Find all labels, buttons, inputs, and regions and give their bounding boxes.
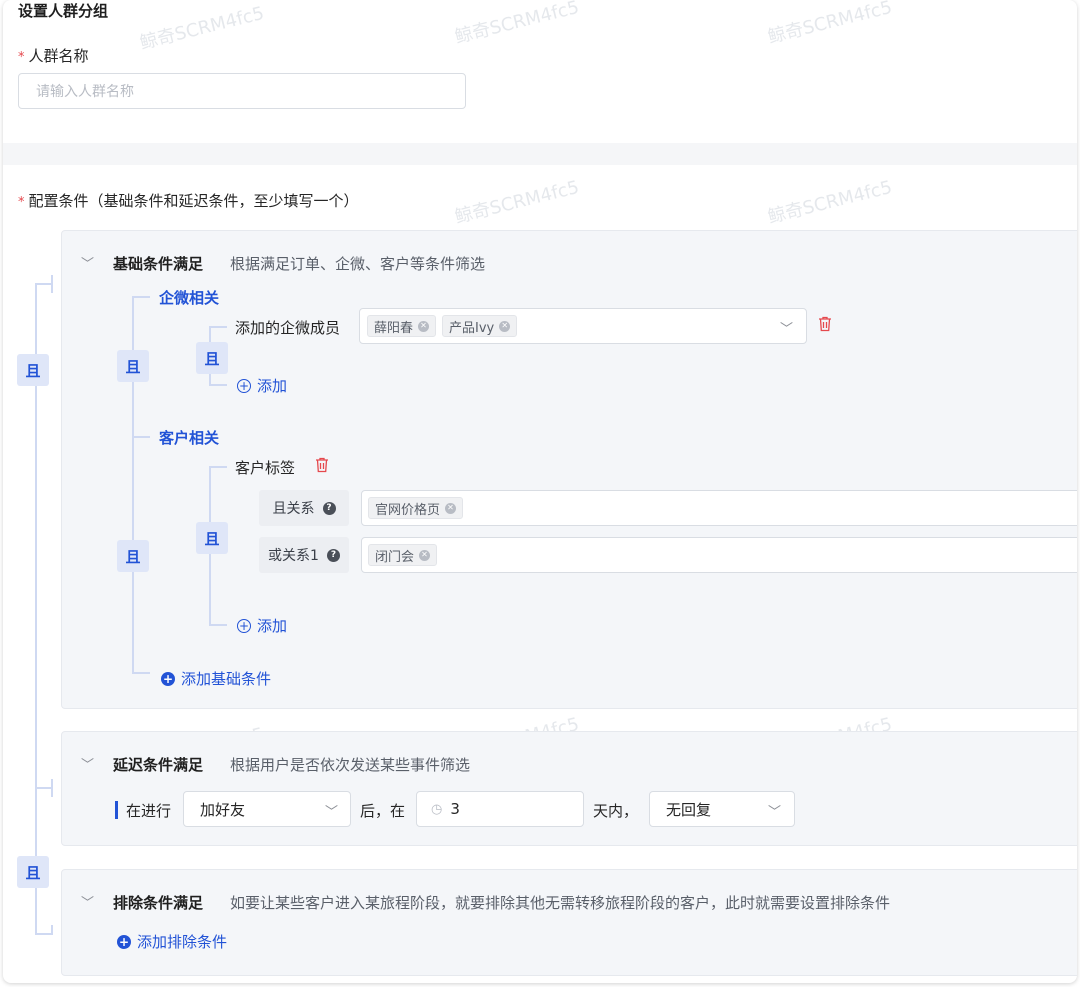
event-select-value: 加好友 bbox=[200, 800, 246, 819]
or-relation-label: 或关系1 bbox=[268, 548, 319, 564]
watermark: 鲸奇SCRM4fc5 bbox=[452, 176, 582, 229]
help-icon[interactable]: ? bbox=[326, 548, 340, 562]
required-mark: * bbox=[18, 195, 25, 210]
member-tag-label: 薛阳春 bbox=[374, 320, 414, 336]
and-relation-box: 且关系? bbox=[259, 490, 349, 526]
trash-icon[interactable] bbox=[315, 457, 329, 477]
exclude-conditions-title: 排除条件满足 bbox=[113, 894, 204, 912]
trash-icon[interactable] bbox=[818, 316, 832, 336]
days-value: 3 bbox=[450, 800, 460, 818]
add-exclude-condition-label: 添加排除条件 bbox=[137, 933, 228, 951]
name-field-label: 人群名称 bbox=[28, 47, 89, 65]
required-mark: * bbox=[18, 50, 25, 65]
close-icon[interactable]: ✕ bbox=[499, 320, 511, 332]
customer-tag-label: 官网价格页 bbox=[375, 502, 441, 518]
customer-group-title: 客户相关 bbox=[159, 429, 220, 447]
basic-conditions-desc: 根据满足订单、企微、客户等条件筛选 bbox=[230, 255, 486, 273]
days-input[interactable]: ◷ 3 bbox=[416, 791, 584, 827]
exclude-conditions-desc: 如要让某些客户进入某旅程阶段，就要排除其他无需转移旅程阶段的客户，此时就需要设置… bbox=[230, 894, 891, 912]
and-relation-tag-select[interactable]: 官网价格页 ✕ bbox=[361, 490, 1077, 526]
add-exclude-condition-button[interactable]: + 添加排除条件 bbox=[117, 931, 227, 952]
group-name-input[interactable]: 请输入人群名称 bbox=[18, 73, 466, 109]
tree-branch-tick bbox=[51, 925, 53, 935]
or-relation-tag-select[interactable]: 闭门会 ✕ bbox=[361, 537, 1077, 573]
config-label-row: * 配置条件（基础条件和延迟条件，至少填写一个） bbox=[18, 190, 359, 211]
in-progress-label: 在进行 bbox=[126, 802, 172, 820]
plus-filled-icon: + bbox=[117, 934, 131, 949]
tree-branch bbox=[209, 624, 227, 626]
tree-branch bbox=[132, 436, 150, 438]
watermark: 鲸奇SCRM4fc5 bbox=[137, 2, 267, 55]
chevron-down-icon[interactable]: ﹀ bbox=[81, 892, 94, 911]
delay-conditions-title: 延迟条件满足 bbox=[113, 756, 204, 774]
chevron-down-icon[interactable]: ﹀ bbox=[81, 253, 94, 272]
chevron-down-icon: ﹀ bbox=[768, 805, 782, 820]
and-operator-badge[interactable]: 且 bbox=[117, 350, 149, 382]
and-operator-badge[interactable]: 且 bbox=[17, 354, 49, 386]
member-tag-label: 产品Ivy bbox=[449, 320, 495, 336]
wecom-add-label: 添加 bbox=[257, 377, 288, 395]
tree-branch bbox=[209, 384, 227, 386]
name-field-label-row: * 人群名称 bbox=[18, 45, 89, 66]
basic-conditions-title: 基础条件满足 bbox=[113, 255, 204, 273]
tree-branch bbox=[209, 466, 227, 468]
and-operator-badge[interactable]: 且 bbox=[17, 856, 49, 888]
and-operator-badge[interactable]: 且 bbox=[117, 540, 149, 572]
chevron-down-icon: ﹀ bbox=[325, 805, 339, 820]
customer-tag: 官网价格页 ✕ bbox=[368, 497, 464, 519]
delay-conditions-desc: 根据用户是否依次发送某些事件筛选 bbox=[230, 756, 471, 774]
customer-tag-label: 客户标签 bbox=[235, 459, 296, 477]
chevron-down-icon[interactable]: ﹀ bbox=[780, 318, 793, 337]
accent-bar bbox=[115, 801, 118, 819]
watermark: 鲸奇SCRM4fc5 bbox=[765, 176, 895, 229]
member-tag: 薛阳春 ✕ bbox=[367, 315, 437, 337]
basic-conditions-panel: ﹀ 基础条件满足 根据满足订单、企微、客户等条件筛选 且 且 企微相关 且 添加… bbox=[61, 230, 1077, 709]
plus-circle-icon: + bbox=[237, 378, 251, 393]
reply-status-select[interactable]: 无回复 ﹀ bbox=[649, 791, 795, 827]
and-relation-label: 且关系 bbox=[272, 501, 315, 517]
clock-icon: ◷ bbox=[431, 801, 443, 817]
wecom-group-title: 企微相关 bbox=[159, 289, 220, 307]
exclude-conditions-panel: ﹀ 排除条件满足 如要让某些客户进入某旅程阶段，就要排除其他无需转移旅程阶段的客… bbox=[61, 869, 1077, 976]
tree-branch-tick bbox=[51, 779, 53, 797]
customer-add-label: 添加 bbox=[257, 617, 288, 635]
group-settings-card: 鲸奇SCRM4fc5 鲸奇SCRM4fc5 鲸奇SCRM4fc5 鲸奇SCRM4… bbox=[3, 0, 1077, 983]
watermark: 鲸奇SCRM4fc5 bbox=[452, 0, 582, 49]
section-divider bbox=[3, 143, 1077, 165]
help-icon[interactable]: ? bbox=[322, 501, 336, 515]
tree-branch bbox=[132, 296, 150, 298]
close-icon[interactable]: ✕ bbox=[419, 549, 431, 561]
wecom-member-label: 添加的企微成员 bbox=[235, 319, 341, 337]
member-tag: 产品Ivy ✕ bbox=[442, 315, 518, 337]
wecom-member-select[interactable]: 薛阳春 ✕ 产品Ivy ✕ ﹀ bbox=[359, 308, 807, 344]
customer-add-link[interactable]: + 添加 bbox=[237, 615, 287, 636]
event-select[interactable]: 加好友 ﹀ bbox=[183, 791, 351, 827]
customer-tag-label: 闭门会 bbox=[375, 549, 415, 565]
config-label: 配置条件（基础条件和延迟条件，至少填写一个） bbox=[28, 192, 359, 210]
plus-filled-icon: + bbox=[161, 671, 175, 686]
wecom-add-link[interactable]: + 添加 bbox=[237, 375, 287, 396]
delay-conditions-panel: ﹀ 延迟条件满足 根据用户是否依次发送某些事件筛选 在进行 加好友 ﹀ 后，在 … bbox=[61, 731, 1077, 846]
and-operator-badge[interactable]: 且 bbox=[196, 522, 228, 554]
group-name-placeholder: 请输入人群名称 bbox=[36, 84, 134, 100]
plus-circle-icon: + bbox=[237, 618, 251, 633]
add-basic-condition-button[interactable]: + 添加基础条件 bbox=[161, 668, 271, 689]
customer-tag: 闭门会 ✕ bbox=[368, 544, 438, 566]
close-icon[interactable]: ✕ bbox=[445, 502, 457, 514]
and-operator-badge[interactable]: 且 bbox=[196, 342, 228, 374]
tree-branch bbox=[209, 326, 227, 328]
or-relation-box: 或关系1? bbox=[259, 537, 349, 573]
chevron-down-icon[interactable]: ﹀ bbox=[81, 754, 94, 773]
after-label: 后，在 bbox=[360, 802, 406, 820]
within-label: 天内， bbox=[593, 802, 639, 820]
close-icon[interactable]: ✕ bbox=[418, 320, 430, 332]
page-title: 设置人群分组 bbox=[18, 2, 109, 20]
tree-branch-tick bbox=[51, 275, 53, 293]
reply-status-value: 无回复 bbox=[666, 800, 712, 819]
tree-branch bbox=[132, 672, 150, 674]
add-basic-condition-label: 添加基础条件 bbox=[181, 670, 272, 688]
watermark: 鲸奇SCRM4fc5 bbox=[765, 0, 895, 49]
